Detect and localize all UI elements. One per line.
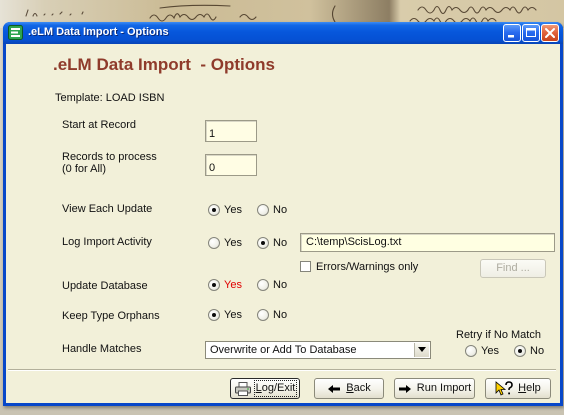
radio-circle — [514, 344, 526, 357]
handle-matches-selected-value: Overwrite or Add To Database — [210, 344, 357, 356]
back-label: Back — [346, 382, 371, 394]
update-database-no-radio[interactable]: No — [257, 278, 287, 291]
elm-app-icon — [8, 25, 23, 40]
start-at-record-label: Start at Record — [62, 119, 136, 131]
handle-matches-select[interactable]: Overwrite or Add To Database — [205, 341, 431, 359]
retry-if-no-match-label: Retry if No Match — [456, 329, 541, 341]
maximize-icon — [526, 28, 536, 37]
back-button[interactable]: Back — [314, 378, 384, 399]
log-import-activity-label: Log Import Activity — [62, 236, 152, 248]
log-exit-button[interactable]: Log/Exit — [230, 378, 300, 399]
radio-label: No — [273, 203, 288, 216]
radio-circle — [257, 308, 269, 321]
log-file-path-input[interactable]: C:\temp\ScisLog.txt — [300, 233, 555, 252]
close-icon — [545, 28, 555, 38]
button-bar-separator — [8, 369, 556, 371]
records-to-process-input[interactable]: 0 — [205, 154, 257, 176]
log-import-activity-no-radio[interactable]: No — [257, 236, 287, 249]
chevron-down-icon — [418, 347, 426, 352]
radio-label: No — [273, 308, 288, 321]
keep-type-orphans-yes-radio[interactable]: Yes — [208, 308, 242, 321]
forward-arrow-icon — [398, 384, 411, 393]
records-to-process-hint: (0 for All) — [62, 163, 107, 175]
radio-circle — [208, 308, 220, 321]
radio-circle — [465, 344, 477, 357]
view-each-update-label: View Each Update — [62, 203, 153, 215]
keep-type-orphans-label: Keep Type Orphans — [62, 310, 160, 322]
radio-circle — [208, 236, 220, 249]
window-title: .eLM Data Import - Options — [28, 26, 169, 38]
title-bar[interactable]: .eLM Data Import - Options — [3, 22, 563, 44]
radio-circle — [257, 278, 269, 291]
radio-label: Yes — [224, 203, 242, 216]
errors-warnings-only-checkbox[interactable]: Errors/Warnings only — [300, 260, 418, 273]
options-panel: .eLM Data Import - Options Template: LOA… — [6, 44, 560, 403]
view-each-update-yes-radio[interactable]: Yes — [208, 203, 242, 216]
run-import-button[interactable]: Run Import — [394, 378, 475, 399]
radio-label: No — [273, 278, 288, 291]
radio-circle — [257, 236, 269, 249]
retry-no-radio[interactable]: No — [514, 344, 544, 357]
find-button-label: Find ... — [496, 262, 530, 274]
keep-type-orphans-no-radio[interactable]: No — [257, 308, 287, 321]
view-each-update-no-radio[interactable]: No — [257, 203, 287, 216]
retry-yes-radio[interactable]: Yes — [465, 344, 499, 357]
find-button[interactable]: Find ... — [480, 259, 546, 278]
update-database-label: Update Database — [62, 280, 148, 292]
radio-circle — [257, 203, 269, 216]
radio-label: No — [530, 344, 545, 357]
radio-circle — [208, 278, 220, 291]
radio-label: Yes — [481, 344, 499, 357]
help-pointer-icon — [495, 380, 513, 396]
dropdown-button[interactable] — [414, 343, 429, 357]
log-exit-label: Log/Exit — [253, 380, 298, 397]
maximize-button[interactable] — [522, 24, 540, 42]
close-button[interactable] — [541, 24, 559, 42]
page-title: .eLM Data Import - Options — [53, 55, 275, 74]
radio-label: Yes — [224, 236, 242, 249]
help-button[interactable]: Help — [485, 378, 551, 399]
back-arrow-icon — [328, 384, 341, 393]
help-label: Help — [518, 382, 541, 394]
minimize-icon — [508, 35, 514, 38]
radio-label: No — [273, 236, 288, 249]
radio-label: Yes — [224, 278, 242, 291]
log-import-activity-yes-radio[interactable]: Yes — [208, 236, 242, 249]
update-database-yes-radio[interactable]: Yes — [208, 278, 242, 291]
options-window: .eLM Data Import - Options .eLM Data Imp… — [3, 22, 563, 406]
printer-icon — [234, 381, 251, 396]
checkbox-label: Errors/Warnings only — [316, 260, 419, 273]
radio-circle — [208, 203, 220, 216]
template-label: Template: LOAD ISBN — [55, 92, 165, 104]
start-at-record-input[interactable]: 1 — [205, 120, 257, 142]
radio-label: Yes — [224, 308, 242, 321]
handle-matches-label: Handle Matches — [62, 343, 142, 355]
minimize-button[interactable] — [503, 24, 521, 42]
checkbox-box — [300, 261, 311, 272]
run-import-label: Run Import — [416, 382, 472, 394]
